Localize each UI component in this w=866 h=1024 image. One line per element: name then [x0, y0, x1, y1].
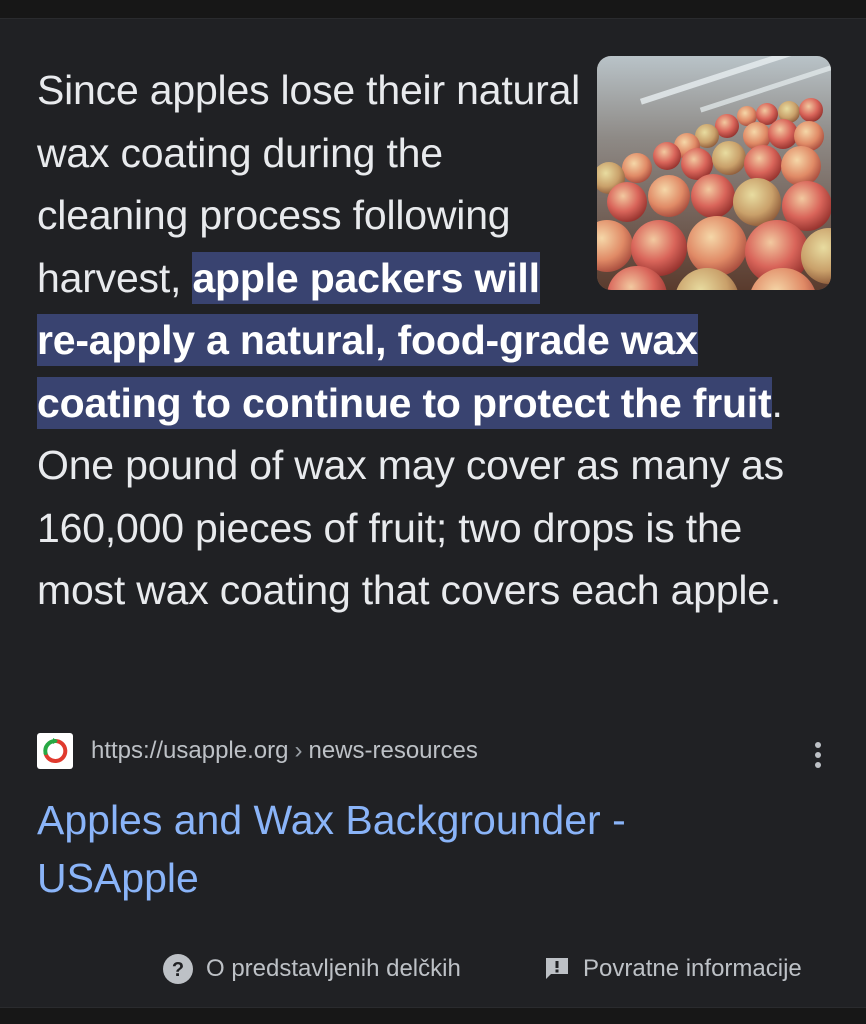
source-url[interactable]: https://usapple.org › news-resources — [91, 737, 478, 765]
source-path: news-resources — [308, 737, 478, 764]
result-title-link[interactable]: Apples and Wax Backgrounder - USApple — [37, 791, 797, 907]
source-domain: https://usapple.org — [91, 737, 289, 764]
feedback-label: Povratne informacije — [583, 955, 802, 982]
source-row[interactable]: https://usapple.org › news-resources — [37, 731, 478, 771]
about-featured-snippets-button[interactable]: ? O predstavljenih delčkih — [162, 947, 461, 991]
svg-text:?: ? — [172, 959, 184, 981]
feedback-icon — [543, 955, 571, 983]
featured-snippet-text: Since apples lose their natural wax coat… — [37, 59, 827, 622]
help-circle-icon: ? — [162, 953, 194, 985]
featured-snippet-card: Since apples lose their natural wax coat… — [0, 18, 866, 1008]
usapple-logo-icon — [37, 733, 73, 769]
breadcrumb-separator: › — [294, 737, 303, 764]
more-options-icon[interactable] — [806, 735, 830, 775]
about-label: O predstavljenih delčkih — [206, 955, 461, 982]
thumbnail-spacer — [582, 59, 827, 299]
feedback-button[interactable]: Povratne informacije — [543, 947, 802, 991]
